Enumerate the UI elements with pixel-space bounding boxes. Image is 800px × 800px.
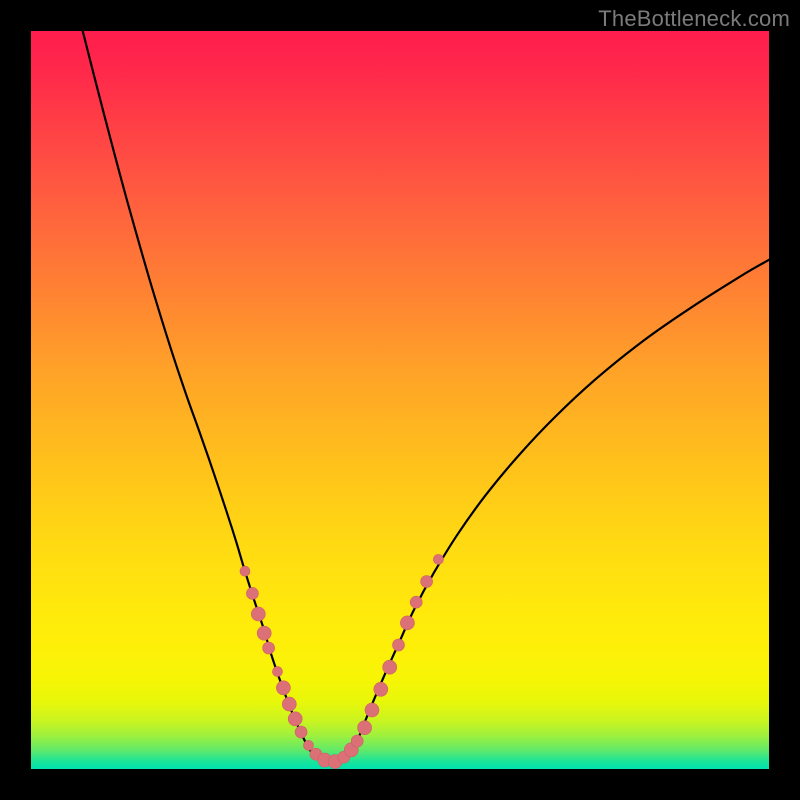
marker-dot [257, 626, 271, 640]
marker-dot [351, 735, 363, 747]
right-branch-path [356, 260, 769, 746]
marker-dot [295, 726, 307, 738]
marker-dot [304, 740, 314, 750]
watermark-text: TheBottleneck.com [598, 6, 790, 32]
outer-frame: TheBottleneck.com [0, 0, 800, 800]
marker-dot [383, 660, 397, 674]
marker-dot [400, 616, 414, 630]
marker-dot [240, 566, 250, 576]
marker-dot [358, 721, 372, 735]
marker-dot [410, 596, 422, 608]
marker-dot [393, 639, 405, 651]
marker-dot [273, 667, 283, 677]
marker-dot [251, 607, 265, 621]
marker-dot [421, 576, 433, 588]
marker-layer [240, 554, 443, 768]
marker-dot [288, 712, 302, 726]
marker-dot [263, 642, 275, 654]
chart-svg [31, 31, 769, 769]
marker-dot [276, 681, 290, 695]
left-branch-path [83, 31, 307, 745]
marker-dot [282, 697, 296, 711]
marker-dot [374, 682, 388, 696]
marker-dot [246, 587, 258, 599]
marker-dot [433, 554, 443, 564]
marker-dot [365, 703, 379, 717]
curve-layer [83, 31, 769, 763]
